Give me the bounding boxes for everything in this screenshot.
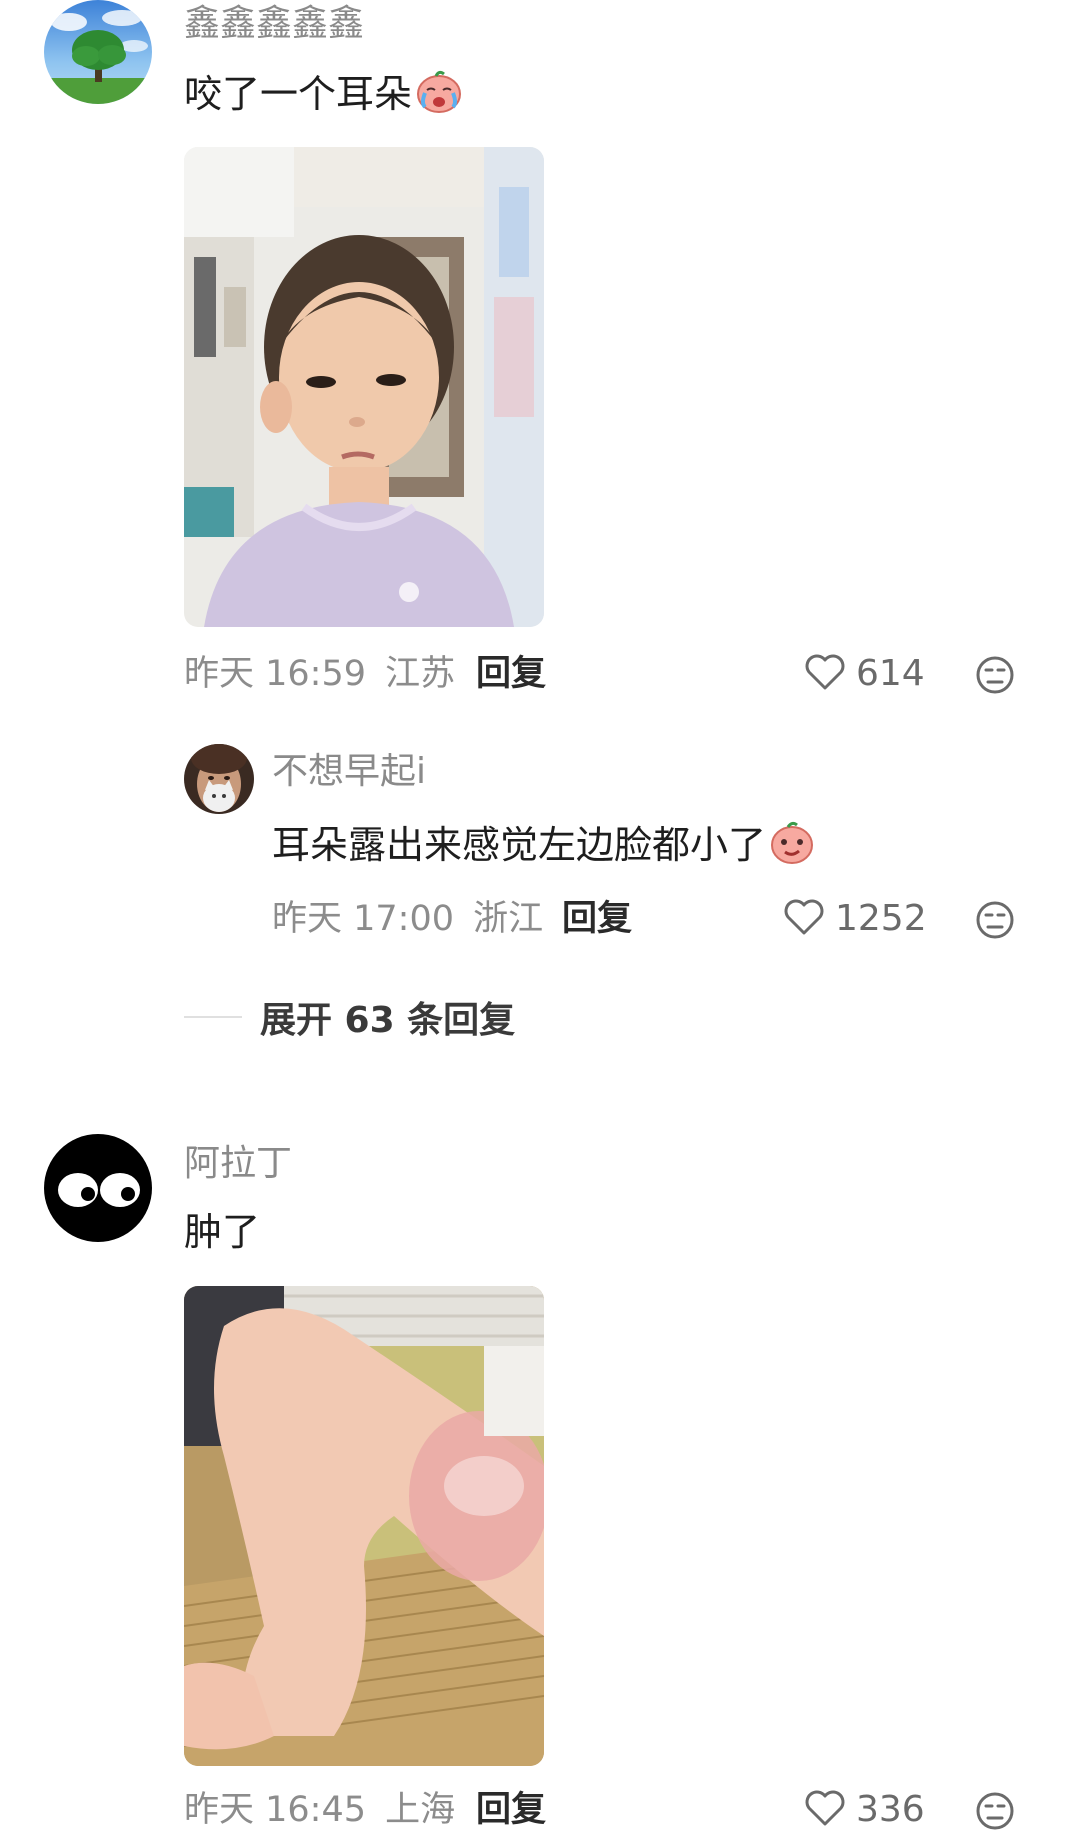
comment-photo[interactable]	[184, 147, 544, 627]
comment-time: 昨天 16:59	[184, 654, 366, 694]
avatar[interactable]	[44, 0, 152, 104]
expand-replies[interactable]: 展开 63 条回复	[184, 993, 515, 1041]
reply-username[interactable]: 不想早起i	[272, 750, 426, 794]
like-button[interactable]: 1252	[783, 897, 927, 941]
reply-text: 耳朵露出来感觉左边脸都小了	[272, 818, 816, 877]
comment-username[interactable]: 阿拉丁	[184, 1142, 292, 1186]
heart-icon	[804, 652, 846, 696]
like-count: 336	[856, 1789, 925, 1830]
avatar-eyes-image	[44, 1134, 152, 1242]
like-button[interactable]: 614	[804, 652, 925, 696]
comment-timestamp: 昨天 16:59 江苏	[184, 652, 455, 696]
like-count: 1252	[835, 898, 927, 939]
dislike-face-icon[interactable]	[975, 900, 1015, 944]
reply-avatar[interactable]	[184, 744, 254, 814]
comment-location: 江苏	[385, 654, 456, 694]
comment-text: 肿了	[184, 1210, 261, 1254]
avatar-girl-cat-image	[184, 744, 254, 814]
dislike-face-icon[interactable]	[975, 1791, 1015, 1835]
heart-icon	[804, 1788, 846, 1832]
reply-button[interactable]: 回复	[476, 1788, 546, 1832]
reply-time: 昨天 17:00	[272, 899, 454, 939]
crying-face-icon	[414, 68, 464, 125]
avatar[interactable]	[44, 1134, 152, 1242]
reply-location: 浙江	[473, 899, 544, 939]
smirk-face-icon	[768, 818, 816, 877]
comment-text-body: 咬了一个耳朵	[184, 72, 413, 116]
expand-replies-label: 展开 63 条回复	[260, 1000, 516, 1041]
comment-text: 咬了一个耳朵	[184, 68, 464, 125]
comment-photo[interactable]	[184, 1286, 544, 1766]
like-count: 614	[856, 653, 925, 694]
heart-icon	[783, 897, 825, 941]
reply-button[interactable]: 回复	[562, 897, 632, 941]
avatar-tree-image	[44, 0, 152, 104]
comment-location: 上海	[385, 1790, 456, 1830]
girl-photo-image	[184, 147, 544, 627]
comment-time: 昨天 16:45	[184, 1790, 366, 1830]
reply-timestamp: 昨天 17:00 浙江	[272, 897, 543, 941]
reply-button[interactable]: 回复	[476, 652, 546, 696]
comment-username[interactable]: 鑫鑫鑫鑫鑫	[184, 2, 364, 46]
leg-photo-image	[184, 1286, 544, 1766]
reply-text-body: 耳朵露出来感觉左边脸都小了	[272, 823, 767, 867]
expand-divider	[184, 1016, 242, 1018]
comment-timestamp: 昨天 16:45 上海	[184, 1788, 455, 1832]
like-button[interactable]: 336	[804, 1788, 925, 1832]
dislike-face-icon[interactable]	[975, 655, 1015, 699]
